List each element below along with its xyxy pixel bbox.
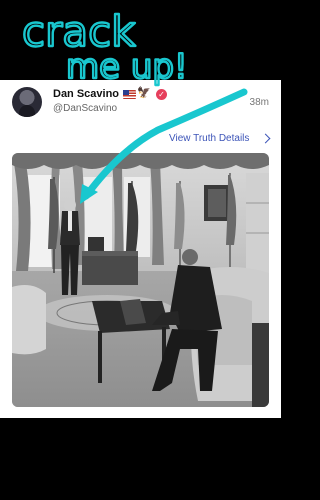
oval-office-image [12, 153, 269, 407]
avatar[interactable] [12, 87, 42, 117]
post-photo[interactable] [12, 153, 269, 407]
display-name[interactable]: Dan Scavino [53, 88, 119, 100]
eagle-icon: 🦅 [137, 87, 151, 99]
us-flag-icon [123, 90, 136, 99]
user-handle[interactable]: @DanScavino [53, 103, 117, 114]
view-truth-details-link[interactable]: View Truth Details [169, 133, 249, 144]
post-timestamp: 38m [249, 97, 269, 108]
screen: Dan Scavino 🦅 ✓ @DanScavino 38m View Tru… [0, 0, 281, 500]
caption-line-1: crack [22, 7, 136, 56]
verified-icon: ✓ [156, 89, 167, 100]
